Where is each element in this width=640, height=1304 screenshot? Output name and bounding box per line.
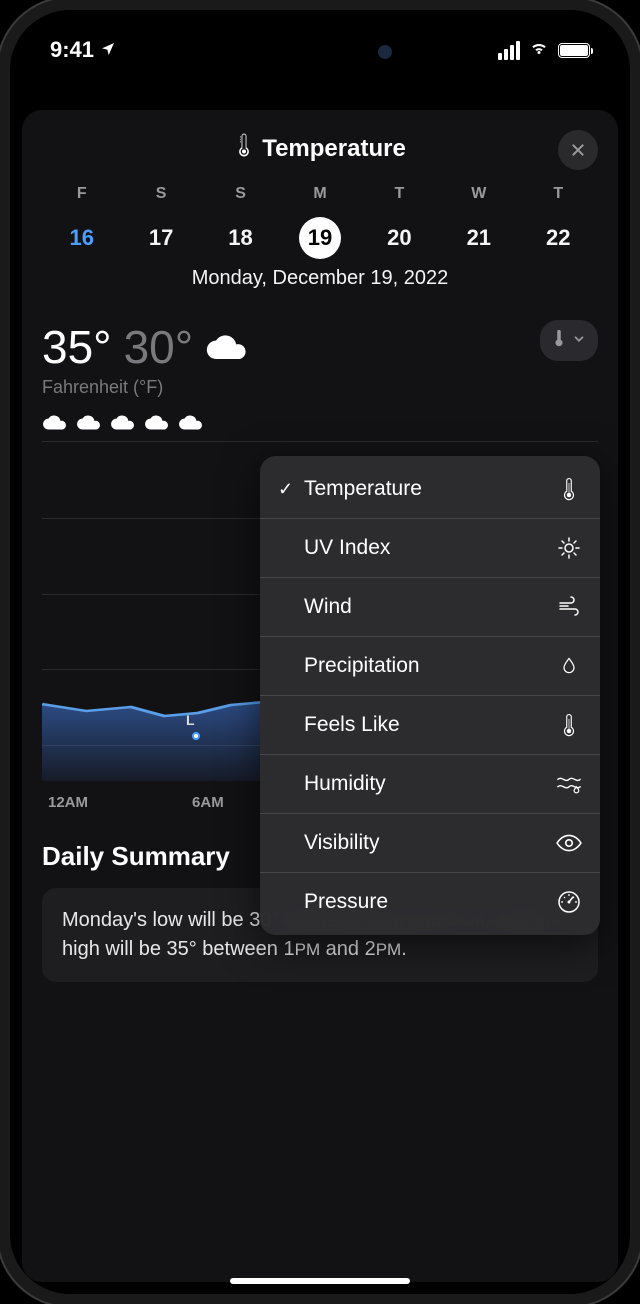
day-column[interactable]: F 16 (42, 185, 121, 259)
dropdown-item[interactable]: Visibility (260, 814, 600, 873)
day-number[interactable]: 22 (537, 217, 579, 259)
cloud-icon (144, 410, 170, 441)
cellular-icon (498, 41, 520, 60)
battery-icon (558, 43, 590, 58)
day-number[interactable]: 17 (140, 217, 182, 259)
eye-icon (556, 830, 582, 856)
day-letter: W (439, 185, 518, 203)
day-letter: M (280, 185, 359, 203)
cloud-icon (178, 410, 204, 441)
dropdown-item[interactable]: Feels Like (260, 696, 600, 755)
selected-date: Monday, December 19, 2022 (42, 267, 598, 290)
temperature-readout: 35° 30° (42, 320, 598, 375)
dropdown-item-label: Precipitation (304, 654, 556, 678)
chevron-down-icon (572, 330, 586, 351)
dropdown-item[interactable]: Wind (260, 578, 600, 637)
day-column[interactable]: T 22 (519, 185, 598, 259)
dropdown-item[interactable]: Pressure (260, 873, 600, 931)
thermometer-icon (556, 712, 582, 738)
thermometer-icon (552, 328, 566, 353)
cloud-icon (205, 320, 249, 375)
meridiem: PM (295, 940, 321, 959)
day-number[interactable]: 16 (61, 217, 103, 259)
hourly-condition-row (42, 410, 598, 441)
dropdown-item[interactable]: Precipitation (260, 637, 600, 696)
cloud-icon (110, 410, 136, 441)
sun-icon (556, 535, 582, 561)
day-column[interactable]: S 18 (201, 185, 280, 259)
close-icon (570, 142, 586, 158)
panel-title: Temperature (262, 135, 406, 163)
unit-label: Fahrenheit (°F) (42, 377, 598, 398)
status-time: 9:41 (50, 37, 94, 63)
low-temp: 30° (124, 320, 194, 374)
metric-dropdown[interactable]: ✓Temperature UV Index Wind Precipitation Fee… (260, 456, 600, 935)
close-button[interactable] (558, 130, 598, 170)
x-label: 6AM (192, 794, 224, 811)
panel-header: Temperature (42, 132, 598, 165)
dropdown-item-label: Wind (304, 595, 556, 619)
home-indicator[interactable] (230, 1278, 410, 1284)
chart-line (42, 691, 264, 781)
dropdown-item-label: Visibility (304, 831, 556, 855)
meridiem: PM (376, 940, 402, 959)
wifi-icon (528, 37, 550, 63)
x-label: 12AM (48, 794, 88, 811)
day-picker[interactable]: F 16 S 17 S 18 M 19 T 20 W 21 T 22 (42, 185, 598, 259)
dropdown-item[interactable]: UV Index (260, 519, 600, 578)
location-icon (100, 37, 116, 63)
chart-x-labels: 12AM 6AM (48, 794, 224, 811)
low-marker-label: L (186, 712, 195, 728)
device-frame: 9:41 Temperature (10, 10, 630, 1294)
humidity-icon (556, 771, 582, 797)
cloud-icon (42, 410, 68, 441)
gauge-icon (556, 889, 582, 915)
wind-icon (556, 594, 582, 620)
thermometer-icon (556, 476, 582, 502)
day-letter: S (201, 185, 280, 203)
weather-detail-panel: Temperature F 16 S 17 S 18 M 19 T 20 W 21 T 22 Monday… (22, 110, 618, 1282)
day-letter: F (42, 185, 121, 203)
day-letter: T (519, 185, 598, 203)
dropdown-item-label: Temperature (304, 477, 556, 501)
dropdown-item[interactable]: Humidity (260, 755, 600, 814)
dropdown-item-label: Humidity (304, 772, 556, 796)
checkmark-icon: ✓ (278, 479, 304, 500)
dropdown-item-label: Pressure (304, 890, 556, 914)
metric-selector-button[interactable] (540, 320, 598, 361)
low-marker-dot (192, 732, 200, 740)
dropdown-item[interactable]: ✓Temperature (260, 460, 600, 519)
thermometer-icon (234, 132, 254, 165)
cloud-icon (76, 410, 102, 441)
dynamic-island (230, 32, 410, 72)
day-number[interactable]: 18 (220, 217, 262, 259)
day-column[interactable]: M 19 (280, 185, 359, 259)
day-column[interactable]: S 17 (121, 185, 200, 259)
day-letter: S (121, 185, 200, 203)
day-number[interactable]: 21 (458, 217, 500, 259)
dropdown-item-label: UV Index (304, 536, 556, 560)
day-column[interactable]: W 21 (439, 185, 518, 259)
day-number[interactable]: 20 (378, 217, 420, 259)
day-letter: T (360, 185, 439, 203)
camera-dot (378, 45, 392, 59)
day-number[interactable]: 19 (299, 217, 341, 259)
high-temp: 35° (42, 320, 112, 374)
day-column[interactable]: T 20 (360, 185, 439, 259)
dropdown-item-label: Feels Like (304, 713, 556, 737)
droplet-icon (556, 653, 582, 679)
